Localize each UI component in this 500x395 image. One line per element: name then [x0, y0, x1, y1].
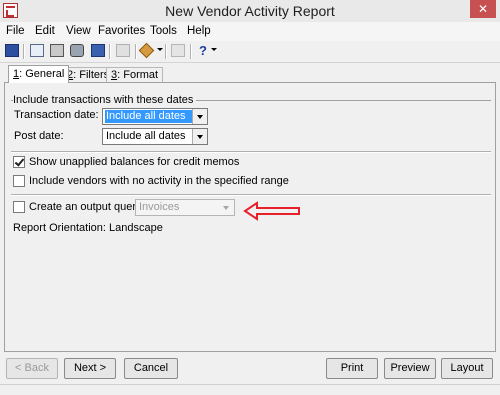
output-query-value: Invoices — [139, 201, 180, 213]
date-group-box — [11, 100, 491, 153]
toolbar-separator — [165, 44, 167, 59]
toolbar-separator — [135, 44, 137, 59]
email-icon[interactable] — [91, 44, 105, 57]
transaction-date-label: Transaction date: — [14, 109, 99, 121]
tab-format-label: : Format — [117, 69, 159, 81]
menu-tools[interactable]: Tools — [150, 25, 177, 37]
help-icon[interactable]: ? — [196, 44, 210, 57]
divider — [11, 151, 491, 153]
output-query-combo: Invoices — [135, 199, 235, 216]
tab-general[interactable]: 1: General — [8, 65, 70, 83]
tab-general-label: : General — [19, 68, 65, 80]
disabled-tool-icon — [116, 44, 130, 57]
tab-filters-label: : Filters — [73, 69, 110, 81]
include-vendors-label[interactable]: Include vendors with no activity in the … — [29, 175, 289, 187]
preview-button[interactable]: Preview — [384, 358, 436, 379]
menu-edit[interactable]: Edit — [35, 25, 55, 37]
tab-format[interactable]: 3: Format — [106, 67, 164, 82]
post-date-label: Post date: — [14, 130, 64, 142]
chevron-down-icon[interactable] — [192, 109, 207, 124]
printer-icon[interactable] — [50, 44, 64, 57]
toolbar-separator — [109, 44, 111, 59]
save-icon[interactable] — [5, 44, 19, 57]
tag-dropdown-arrow[interactable] — [157, 48, 163, 51]
title-bar: New Vendor Activity Report ✕ — [0, 0, 500, 23]
cancel-button[interactable]: Cancel — [124, 358, 178, 379]
close-button[interactable]: ✕ — [470, 0, 496, 18]
toolbar-separator — [190, 44, 192, 59]
transaction-date-combo[interactable]: Include all dates — [102, 108, 208, 125]
back-button: < Back — [6, 358, 58, 379]
tag-icon[interactable] — [138, 42, 155, 59]
chevron-down-icon[interactable] — [192, 129, 207, 144]
toolbar-separator — [23, 44, 25, 59]
output-query-checkbox[interactable] — [13, 201, 25, 213]
menu-help[interactable]: Help — [187, 25, 211, 37]
print-preview-icon[interactable] — [30, 44, 44, 57]
include-vendors-checkbox[interactable] — [13, 175, 25, 187]
post-date-value: Include all dates — [106, 130, 186, 142]
annotation-arrow-icon — [243, 201, 300, 221]
menu-bar: File Edit View Favorites Tools Help — [0, 22, 500, 41]
transaction-date-value: Include all dates — [105, 110, 206, 123]
date-group-label: Include transactions with these dates — [13, 94, 197, 106]
chevron-down-icon — [219, 200, 234, 215]
menu-file[interactable]: File — [6, 25, 25, 37]
show-unapplied-label[interactable]: Show unapplied balances for credit memos — [29, 156, 239, 168]
divider — [11, 194, 491, 196]
window-title: New Vendor Activity Report — [165, 3, 335, 19]
toolbar: ? — [0, 41, 500, 63]
status-bar — [0, 384, 500, 395]
layout-button[interactable]: Layout — [441, 358, 493, 379]
fax-icon[interactable] — [70, 44, 84, 57]
menu-favorites[interactable]: Favorites — [98, 25, 145, 37]
favorites-folder-icon — [171, 44, 185, 57]
next-button[interactable]: Next > — [64, 358, 116, 379]
post-date-combo[interactable]: Include all dates — [102, 128, 208, 145]
show-unapplied-checkbox[interactable] — [13, 156, 25, 168]
print-button[interactable]: Print — [326, 358, 378, 379]
menu-view[interactable]: View — [66, 25, 91, 37]
report-orientation: Report Orientation: Landscape — [13, 222, 163, 234]
help-dropdown-arrow[interactable] — [211, 48, 217, 51]
